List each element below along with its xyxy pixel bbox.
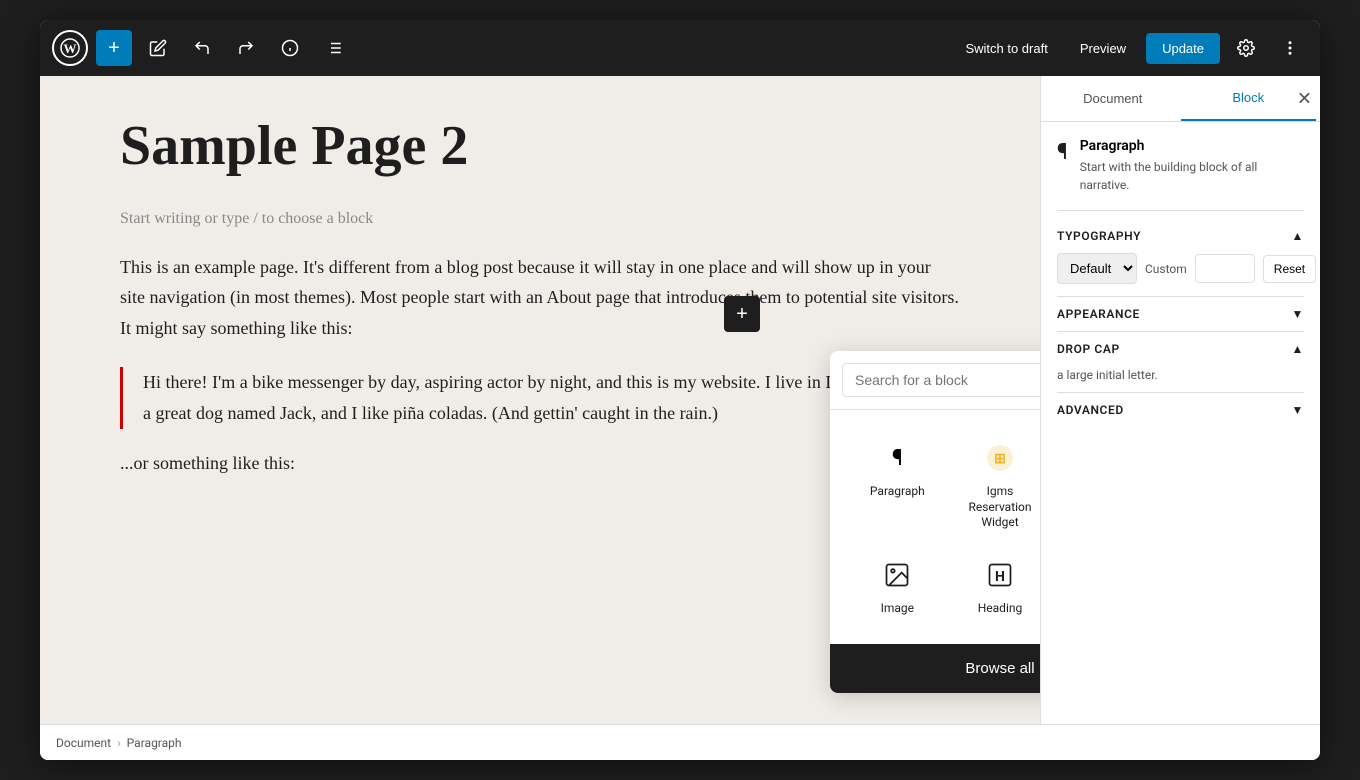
switch-to-draft-button[interactable]: Switch to draft	[953, 35, 1059, 62]
block-grid: ¶ Paragraph ⊞ Igms Reservation Widget	[830, 410, 1040, 644]
inline-add-block-button[interactable]: +	[724, 296, 760, 332]
appearance-section: Appearance ▼	[1057, 296, 1304, 331]
drop-cap-label: Drop Cap	[1057, 342, 1120, 356]
block-info-text: Paragraph Start with the building block …	[1080, 138, 1304, 194]
wp-logo: W	[52, 30, 88, 66]
font-size-input[interactable]	[1195, 254, 1255, 283]
breadcrumb-document[interactable]: Document	[56, 736, 111, 750]
typography-label: Typography	[1057, 229, 1141, 243]
appearance-chevron-icon: ▼	[1292, 307, 1304, 321]
toolbar: W + Switch to draft Preview Update	[40, 20, 1320, 76]
advanced-section-header[interactable]: Advanced ▼	[1057, 393, 1304, 427]
info-button[interactable]	[272, 30, 308, 66]
sidebar: Document Block ✕ ¶ Paragraph Start with …	[1040, 76, 1320, 724]
block-info: ¶ Paragraph Start with the building bloc…	[1057, 138, 1304, 194]
main-area: Sample Page 2 Start writing or type / to…	[40, 76, 1320, 724]
igms-block-label: Igms Reservation Widget	[957, 484, 1040, 531]
drop-cap-chevron-icon: ▲	[1292, 342, 1304, 356]
block-inserter-search-area	[830, 351, 1040, 410]
sidebar-tabs: Document Block ✕	[1041, 76, 1320, 122]
body-paragraph: This is an example page. It's different …	[120, 252, 960, 344]
update-button[interactable]: Update	[1146, 33, 1220, 64]
font-size-row: Default Small Normal Large Huge Custom R…	[1057, 253, 1304, 284]
add-block-button[interactable]: +	[96, 30, 132, 66]
block-search-input[interactable]	[842, 363, 1040, 397]
block-item-heading[interactable]: H Heading	[949, 543, 1040, 629]
block-item-igms[interactable]: ⊞ Igms Reservation Widget	[949, 426, 1040, 543]
heading-block-icon: H	[980, 555, 1020, 595]
block-info-icon: ¶	[1057, 140, 1068, 165]
settings-button[interactable]	[1228, 30, 1264, 66]
font-size-select[interactable]: Default Small Normal Large Huge	[1057, 253, 1137, 284]
editor-area[interactable]: Sample Page 2 Start writing or type / to…	[40, 76, 1040, 724]
paragraph-block-icon: ¶	[877, 438, 917, 478]
drop-cap-section-header[interactable]: Drop Cap ▲	[1057, 332, 1304, 366]
block-item-image[interactable]: Image	[846, 543, 949, 629]
igms-block-icon: ⊞	[980, 438, 1020, 478]
browse-all-button[interactable]: Browse all	[830, 644, 1040, 693]
placeholder-text: Start writing or type / to choose a bloc…	[120, 210, 960, 228]
svg-text:W: W	[64, 41, 77, 56]
tab-block[interactable]: Block	[1181, 76, 1317, 121]
block-info-description: Start with the building block of all nar…	[1080, 158, 1304, 194]
edit-button[interactable]	[140, 30, 176, 66]
breadcrumb-bar: Document › Paragraph	[40, 724, 1320, 760]
image-block-label: Image	[881, 601, 914, 617]
undo-button[interactable]	[184, 30, 220, 66]
block-info-name: Paragraph	[1080, 138, 1304, 154]
block-inserter-popup: ¶ Paragraph ⊞ Igms Reservation Widget	[830, 351, 1040, 693]
drop-cap-section: Drop Cap ▲ a large initial letter.	[1057, 331, 1304, 384]
tab-document[interactable]: Document	[1045, 76, 1181, 121]
typography-chevron-icon: ▲	[1292, 229, 1304, 243]
divider-1	[1057, 210, 1304, 211]
preview-button[interactable]: Preview	[1068, 35, 1138, 62]
heading-block-label: Heading	[978, 601, 1023, 617]
image-block-icon	[877, 555, 917, 595]
list-view-button[interactable]	[316, 30, 352, 66]
paragraph-block-label: Paragraph	[870, 484, 925, 500]
reset-button[interactable]: Reset	[1263, 255, 1316, 283]
appearance-label: Appearance	[1057, 307, 1140, 321]
typography-section-header[interactable]: Typography ▲	[1057, 219, 1304, 253]
page-title: Sample Page 2	[120, 116, 960, 178]
appearance-section-header[interactable]: Appearance ▼	[1057, 297, 1304, 331]
sidebar-content: ¶ Paragraph Start with the building bloc…	[1041, 122, 1320, 724]
advanced-label: Advanced	[1057, 403, 1124, 417]
custom-label: Custom	[1145, 262, 1187, 276]
breadcrumb-current[interactable]: Paragraph	[127, 736, 182, 750]
drop-cap-description: a large initial letter.	[1057, 366, 1304, 384]
advanced-section: Advanced ▼	[1057, 392, 1304, 427]
svg-text:H: H	[995, 569, 1005, 585]
redo-button[interactable]	[228, 30, 264, 66]
advanced-chevron-icon: ▼	[1292, 403, 1304, 417]
more-options-button[interactable]	[1272, 30, 1308, 66]
sidebar-close-button[interactable]: ✕	[1297, 88, 1312, 109]
block-item-paragraph[interactable]: ¶ Paragraph	[846, 426, 949, 543]
svg-text:⊞: ⊞	[994, 451, 1006, 467]
breadcrumb-separator: ›	[117, 736, 121, 750]
